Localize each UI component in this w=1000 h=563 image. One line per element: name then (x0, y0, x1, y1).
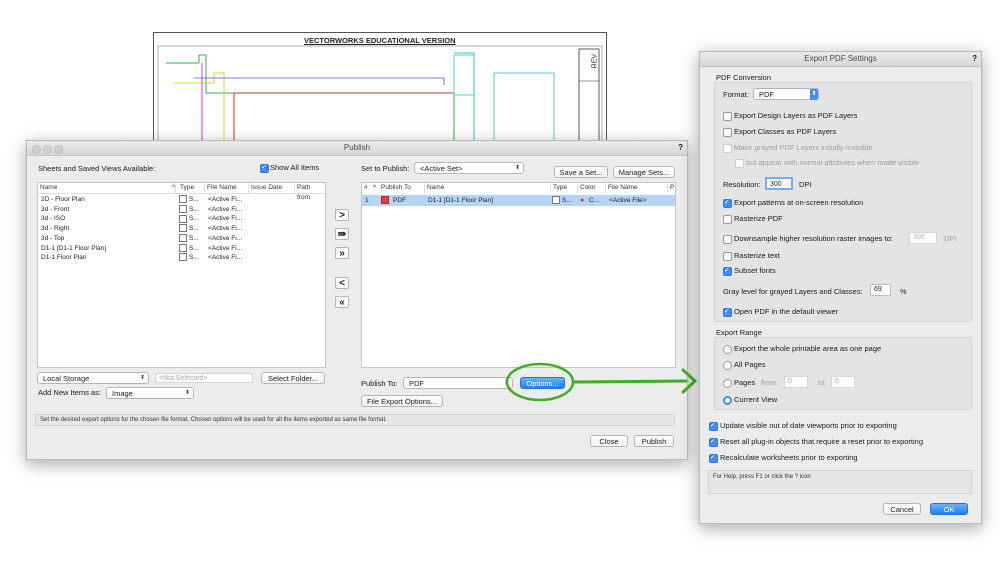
make-grayed-label: Make grayed PDF Layers initially invisib… (734, 143, 873, 152)
downsample-checkbox[interactable] (723, 235, 732, 244)
subset-fonts-label: Subset fonts (734, 266, 776, 275)
range-current-radio[interactable] (723, 396, 732, 405)
from-input[interactable]: 0 (784, 376, 808, 388)
export-design-layers-checkbox[interactable] (723, 112, 732, 121)
annotation-circle (505, 362, 575, 402)
reset-plugins-label: Reset all plug-in objects that require a… (720, 437, 924, 446)
section-range: Export Range (716, 328, 762, 337)
rasterize-text-checkbox[interactable] (723, 252, 732, 261)
range-pages-radio[interactable] (723, 379, 732, 388)
gray-level-label: Gray level for grayed Layers and Classes… (723, 287, 863, 296)
gray-level-input[interactable]: 69 (870, 284, 891, 296)
updown-icon: ⬍ (810, 89, 818, 100)
rasterize-pdf-label: Rasterize PDF (734, 214, 783, 223)
resolution-label: Resolution: (723, 180, 761, 189)
but-appear-label: but appear with normal attributes when m… (746, 158, 920, 167)
help-status-bar: For Help, press F1 or click the ? icon (708, 470, 972, 494)
from-label: from: (761, 378, 779, 387)
help-button[interactable]: ? (972, 54, 977, 63)
update-viewports-checkbox[interactable] (709, 421, 718, 431)
export-classes-checkbox[interactable] (723, 128, 732, 137)
to-input[interactable]: 0 (831, 376, 855, 388)
range-all-label: All Pages (734, 360, 766, 369)
make-grayed-checkbox[interactable] (723, 144, 732, 153)
format-select[interactable]: PDF ⬍ (753, 88, 819, 100)
range-all-radio[interactable] (723, 361, 732, 370)
rasterize-text-label: Rasterize text (734, 251, 780, 260)
update-viewports-label: Update visible out of date viewports pri… (720, 421, 897, 430)
resolution-input[interactable]: 300 (765, 177, 793, 190)
to-label: to: (818, 378, 827, 387)
export-patterns-label: Export patterns at on-screen resolution (734, 198, 864, 207)
rasterize-pdf-checkbox[interactable] (723, 215, 732, 224)
annotation-arrow-line (573, 379, 688, 384)
ok-button[interactable]: OK (930, 503, 968, 515)
format-label: Format: (723, 90, 749, 99)
dpi-label: DPI (799, 180, 812, 189)
range-whole-radio[interactable] (723, 345, 732, 354)
pdf-titlebar: Export PDF Settings (700, 52, 981, 67)
export-classes-label: Export Classes as PDF Layers (734, 127, 837, 136)
range-pages-label: Pages (734, 378, 756, 387)
reset-plugins-checkbox[interactable] (709, 437, 718, 447)
pdf-title: Export PDF Settings (804, 54, 877, 63)
range-whole-label: Export the whole printable area as one p… (734, 344, 882, 353)
recalc-worksheets-label: Recalculate worksheets prior to exportin… (720, 453, 858, 462)
downsample-label: Downsample higher resolution raster imag… (734, 234, 893, 243)
export-design-layers-label: Export Design Layers as PDF Layers (734, 111, 858, 120)
export-patterns-checkbox[interactable] (723, 198, 732, 208)
section-conversion: PDF Conversion (716, 73, 772, 82)
percent-label: % (900, 287, 907, 296)
open-pdf-checkbox[interactable] (723, 307, 732, 317)
downsample-dpi-label: DPI (944, 234, 957, 243)
but-appear-checkbox[interactable] (735, 159, 744, 168)
recalc-worksheets-checkbox[interactable] (709, 453, 718, 463)
open-pdf-label: Open PDF in the default viewer (734, 307, 839, 316)
cancel-button[interactable]: Cancel (883, 503, 921, 515)
pdf-settings-dialog: Export PDF Settings ? PDF Conversion For… (699, 51, 982, 524)
downsample-input[interactable]: 300 (909, 232, 937, 244)
subset-fonts-checkbox[interactable] (723, 266, 732, 276)
range-current-label: Current View (734, 395, 778, 404)
